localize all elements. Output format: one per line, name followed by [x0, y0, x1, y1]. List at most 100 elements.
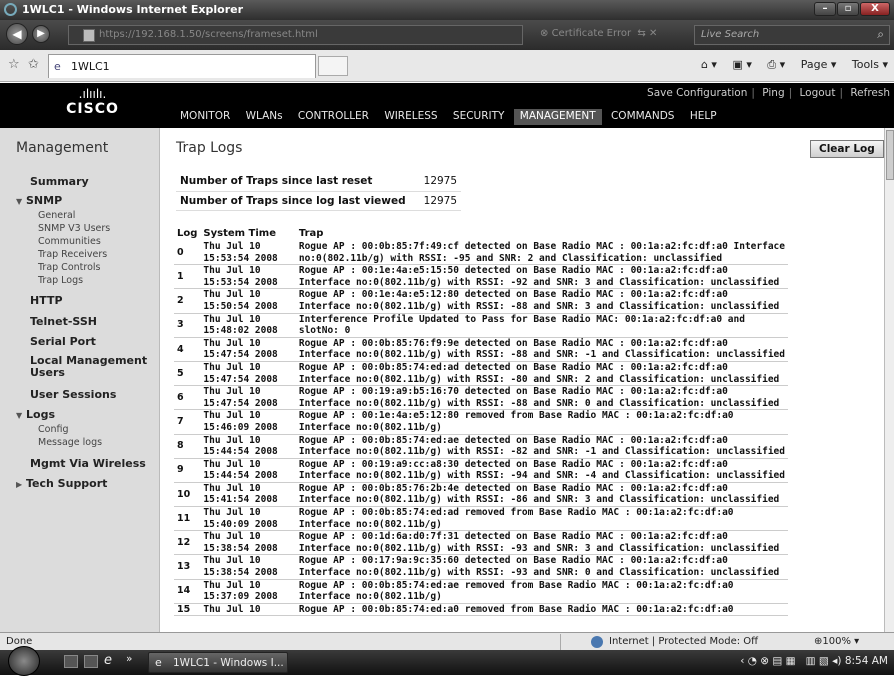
- system-clock: 15:44:54 2008: [203, 470, 278, 482]
- add-favorites-icon[interactable]: ✩: [28, 57, 39, 72]
- log-number: 7: [174, 409, 201, 435]
- system-time: Thu Jul 10 15:47:54 2008: [200, 385, 296, 411]
- switch-windows-icon[interactable]: [84, 655, 98, 668]
- scrollbar-thumb[interactable]: [886, 130, 894, 180]
- trap-line: Rogue AP : 00:0b:85:76:f9:9e detected on…: [298, 337, 728, 349]
- sidebar-item-user-sessions[interactable]: User Sessions: [30, 388, 116, 401]
- count-row: Number of Traps since last reset 12975: [176, 172, 462, 192]
- nav-wireless[interactable]: WIRELESS: [378, 109, 443, 125]
- trap-line: Interference Profile Updated to Pass for…: [298, 313, 745, 325]
- zoom-level[interactable]: ⊕100% ▾: [814, 636, 859, 647]
- sidebar-item-snmp[interactable]: ▼ SNMP: [16, 194, 62, 207]
- nav-wlans[interactable]: WLANs: [240, 109, 289, 125]
- log-number: 0: [174, 241, 201, 266]
- vertical-scrollbar[interactable]: [884, 128, 894, 632]
- system-date: Thu Jul 10: [203, 579, 261, 591]
- trap-line: Rogue AP : 00:0b:85:74:ed:ae removed fro…: [298, 579, 734, 591]
- sidebar-item-telnet-ssh[interactable]: Telnet-SSH: [30, 315, 97, 328]
- system-clock: 15:38:54 2008: [203, 542, 278, 554]
- nav-management[interactable]: MANAGEMENT: [513, 109, 602, 125]
- nav-controller[interactable]: CONTROLLER: [292, 109, 375, 125]
- log-number: 9: [174, 458, 201, 483]
- system-date: Thu Jul 10: [203, 603, 261, 615]
- sidebar-item-tech-support[interactable]: ▶ Tech Support: [16, 477, 107, 490]
- trap-message: Rogue AP : 00:0b:85:74:ed:ad detected on…: [295, 361, 788, 387]
- quick-launch-more-icon[interactable]: »: [126, 653, 132, 665]
- home-icon[interactable]: ⌂ ▾: [701, 58, 717, 71]
- new-tab-button[interactable]: [318, 56, 348, 76]
- nav-security[interactable]: SECURITY: [447, 109, 511, 125]
- ping-link[interactable]: Ping: [762, 87, 784, 99]
- clear-log-button[interactable]: Clear Log: [810, 140, 884, 158]
- log-number: 3: [174, 313, 201, 338]
- show-desktop-icon[interactable]: [64, 655, 78, 668]
- tray-icons[interactable]: ‹ ◔ ⊗ ▤ ▦ ▥ ▧ ◂): [740, 655, 845, 667]
- feeds-icon[interactable]: ▣ ▾: [732, 58, 751, 71]
- sidebar-sub-communities[interactable]: Communities: [38, 236, 101, 247]
- security-zone[interactable]: Internet | Protected Mode: Off: [560, 634, 772, 650]
- log-number: 15: [174, 603, 201, 617]
- page-menu[interactable]: Page ▾: [801, 58, 837, 71]
- logout-link[interactable]: Logout: [800, 87, 836, 99]
- tools-menu[interactable]: Tools ▾: [852, 58, 888, 71]
- search-icon[interactable]: ⌕: [877, 27, 884, 42]
- refresh-link[interactable]: Refresh: [850, 87, 890, 99]
- forward-button[interactable]: ▶: [32, 25, 50, 43]
- certificate-error-button[interactable]: ⊗ Certificate Error ⇆ ✕: [540, 28, 657, 39]
- quick-launch-ie-icon[interactable]: e: [104, 653, 112, 668]
- table-row: 10 Thu Jul 10 15:41:54 2008 Rogue AP : 00:0…: [174, 482, 788, 508]
- start-orb-icon[interactable]: [8, 646, 40, 676]
- sidebar-item-http[interactable]: HTTP: [30, 294, 63, 307]
- system-time: Thu Jul 10 15:53:54 2008: [200, 264, 296, 290]
- nav-help[interactable]: HELP: [684, 109, 723, 125]
- sidebar-sub-general[interactable]: General: [38, 210, 75, 221]
- system-clock: 15:47:54 2008: [203, 397, 278, 409]
- column-header-log: Log: [177, 228, 198, 239]
- print-icon[interactable]: ⎙ ▾: [767, 58, 785, 71]
- sidebar-sub-config[interactable]: Config: [38, 424, 68, 435]
- maximize-button[interactable]: ▫: [837, 2, 859, 16]
- system-clock: 15:40:09 2008: [203, 518, 278, 530]
- sidebar-item-summary[interactable]: Summary: [30, 175, 89, 188]
- tab-bar: ☆ ✩ e 1WLC1 ⌂ ▾ ▣ ▾ ⎙ ▾ Page ▾ Tools ▾: [0, 50, 894, 82]
- sidebar-sub-trap-receivers[interactable]: Trap Receivers: [38, 249, 107, 260]
- sidebar-item-serial-port[interactable]: Serial Port: [30, 335, 96, 348]
- window-title: 1WLC1 - Windows Internet Explorer: [22, 3, 244, 16]
- system-time: Thu Jul 10 15:41:54 2008: [200, 482, 296, 508]
- certificate-error-label: Certificate Error: [551, 28, 632, 39]
- nav-monitor[interactable]: MONITOR: [174, 109, 236, 125]
- back-button[interactable]: ◀: [6, 23, 28, 45]
- sidebar-sub-message-logs[interactable]: Message logs: [38, 437, 102, 448]
- system-time: Thu Jul 10 15:46:09 2008: [200, 409, 296, 435]
- trap-line: Interface no:0(802.11b/g) with RSSI: -88…: [298, 300, 780, 312]
- table-row: 8 Thu Jul 10 15:44:54 2008 Rogue AP : 00:0b…: [174, 434, 788, 459]
- browser-tab[interactable]: e 1WLC1: [48, 54, 316, 78]
- address-input[interactable]: https://192.168.1.50/screens/frameset.ht…: [68, 25, 523, 45]
- system-time: Thu Jul 10 15:44:54 2008: [200, 434, 296, 459]
- clock: 8:54 AM: [844, 655, 888, 667]
- taskbar-task[interactable]: e 1WLC1 - Windows I...: [148, 652, 288, 673]
- sidebar-item-logs-label: Logs: [26, 408, 55, 421]
- sidebar-item-local-management-users[interactable]: Local Management Users: [30, 355, 154, 379]
- close-button[interactable]: X: [860, 2, 890, 16]
- command-bar: ⌂ ▾ ▣ ▾ ⎙ ▾ Page ▾ Tools ▾: [689, 58, 888, 72]
- system-date: Thu Jul 10: [203, 265, 261, 277]
- search-input[interactable]: Live Search ⌕: [694, 25, 890, 45]
- cisco-logo: .ılıılı. cisco: [55, 87, 130, 117]
- sidebar-sub-trap-controls[interactable]: Trap Controls: [38, 262, 100, 273]
- sidebar-sub-snmp-v3-users[interactable]: SNMP V3 Users: [38, 223, 110, 234]
- sidebar-item-logs[interactable]: ▼ Logs: [16, 408, 55, 421]
- sidebar-sub-trap-logs[interactable]: Trap Logs: [38, 275, 83, 286]
- system-clock: 15:47:54 2008: [203, 373, 278, 385]
- table-row: 9 Thu Jul 10 15:44:54 2008 Rogue AP : 00:19…: [174, 458, 788, 483]
- trap-message: Rogue AP : 00:0b:85:74:ed:ae detected on…: [295, 434, 788, 459]
- minimize-button[interactable]: –: [814, 2, 836, 16]
- save-configuration-link[interactable]: Save Configuration: [647, 87, 747, 99]
- log-number: 12: [174, 530, 201, 556]
- system-date: Thu Jul 10: [203, 337, 261, 349]
- nav-commands[interactable]: COMMANDS: [605, 109, 681, 125]
- tab-label: 1WLC1: [71, 60, 110, 73]
- favorites-star-icon[interactable]: ☆: [8, 57, 20, 72]
- system-clock: 15:53:54 2008: [203, 276, 278, 288]
- sidebar-item-mgmt-via-wireless[interactable]: Mgmt Via Wireless: [30, 457, 146, 470]
